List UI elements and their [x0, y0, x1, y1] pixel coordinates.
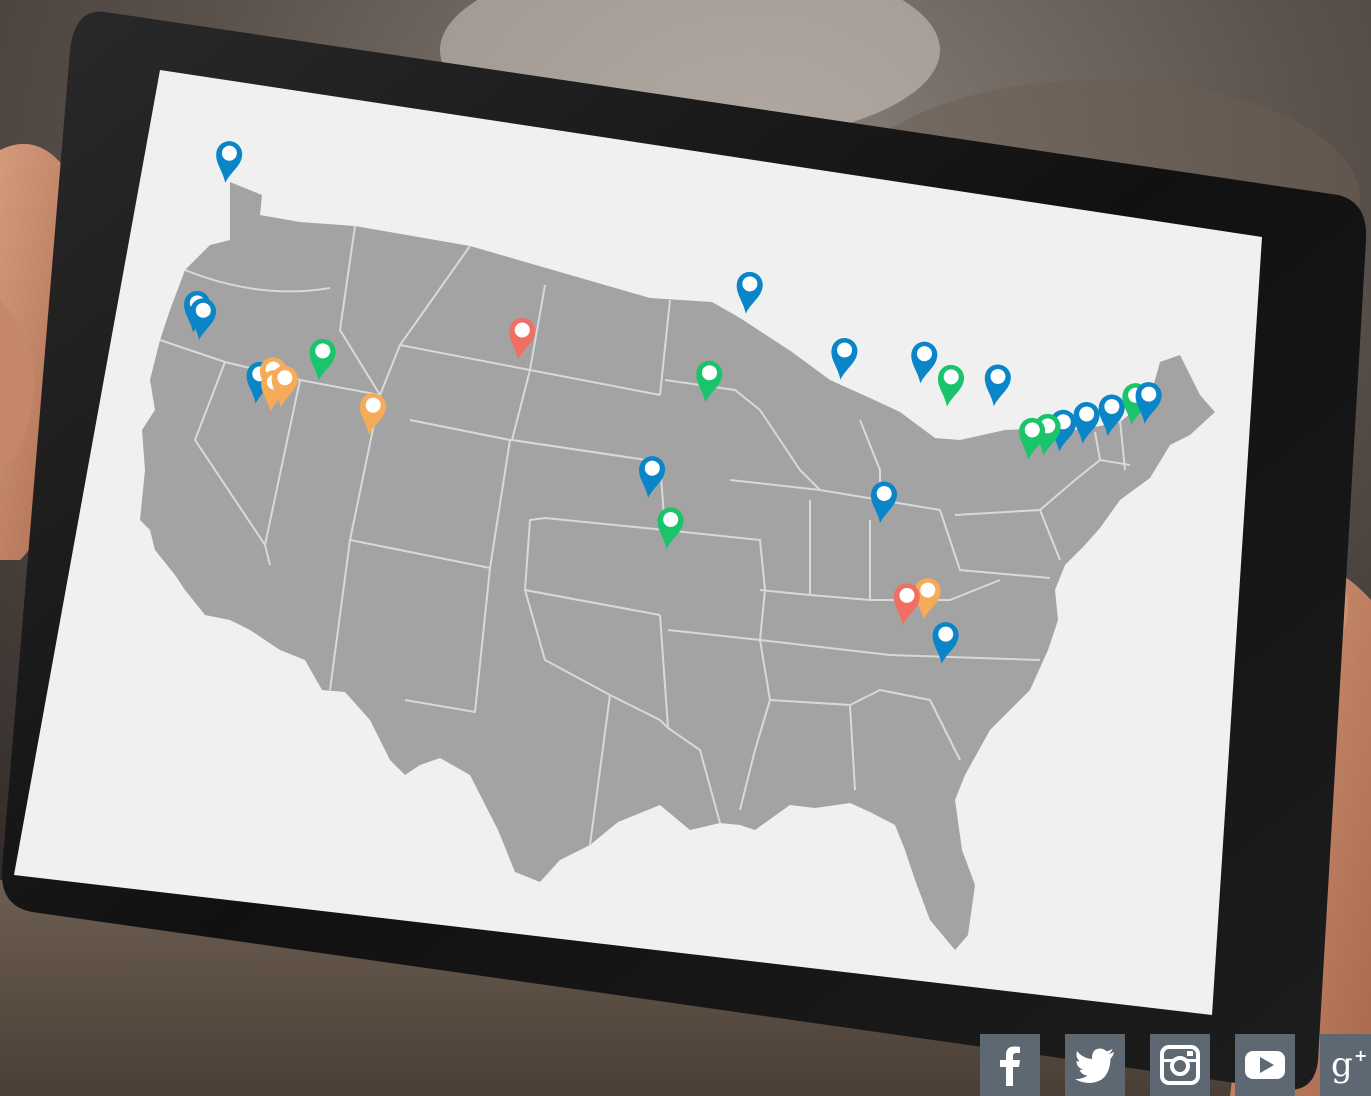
google-plus-button[interactable]: g + [1320, 1034, 1371, 1096]
instagram-button[interactable] [1150, 1034, 1210, 1096]
twitter-button[interactable] [1065, 1034, 1125, 1096]
facebook-button[interactable] [980, 1034, 1040, 1096]
google-plus-sup: + [1354, 1046, 1367, 1065]
photo-scene [0, 0, 1371, 1096]
google-plus-glyph: g [1331, 1045, 1353, 1085]
youtube-icon [1245, 1051, 1285, 1079]
youtube-button[interactable] [1235, 1034, 1295, 1096]
twitter-icon [1075, 1048, 1114, 1083]
facebook-icon [1000, 1046, 1020, 1086]
instagram-icon [1160, 1045, 1200, 1085]
google-plus-icon: g + [1331, 1045, 1367, 1085]
